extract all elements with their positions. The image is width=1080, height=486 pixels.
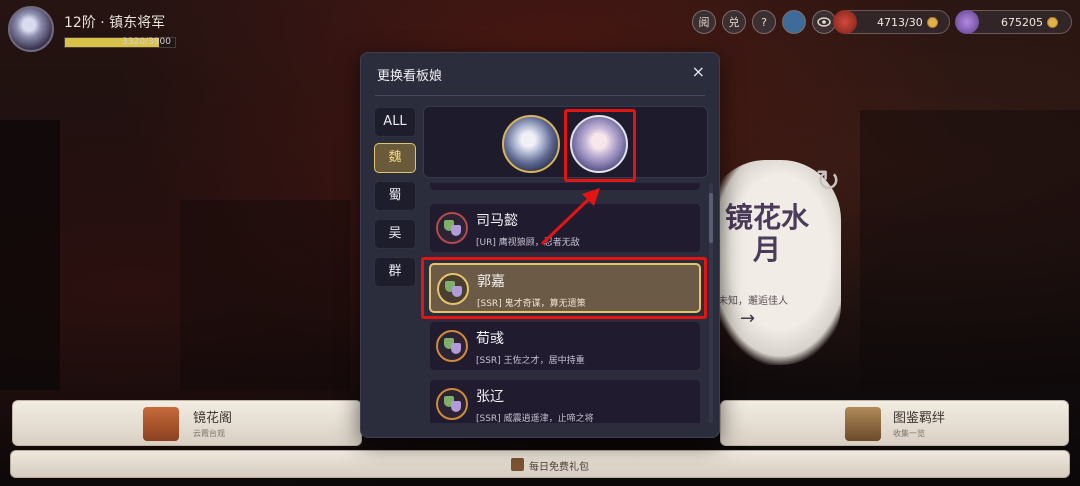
pavilion-icon [143, 407, 179, 441]
daily-gift-button[interactable]: 每日免费礼包 [10, 450, 1070, 478]
character-mask-icon [436, 330, 468, 362]
top-icon-group: 阅 兑 ? [692, 10, 836, 34]
book-icon [845, 407, 881, 441]
character-name: 荀彧 [476, 331, 504, 347]
character-desc: [SSR] 威震逍遥津，止啼之将 [476, 414, 594, 423]
exchange-button[interactable]: 兑 [722, 10, 746, 34]
read-button[interactable]: 阅 [692, 10, 716, 34]
modal-divider [375, 95, 705, 96]
gem-value: 675205 [1001, 15, 1043, 29]
list-item-zhangliao[interactable]: 张辽 [SSR] 威震逍遥津，止啼之将 [429, 379, 701, 423]
tab-wei[interactable]: 魏 [374, 143, 416, 173]
scrollbar-thumb[interactable] [709, 193, 713, 243]
codex-bond-button[interactable]: 图鉴羁绊 收集一览 [720, 400, 1069, 446]
character-mask-icon [436, 388, 468, 420]
tab-wu[interactable]: 吴 [374, 219, 416, 249]
stamina-value: 4713/30 [877, 15, 923, 29]
add-coin-icon [1047, 16, 1058, 28]
character-desc: [SSR] 王佐之才，居中持重 [476, 356, 585, 366]
feature-title: 镜花水月 [724, 201, 809, 266]
character-desc: [UR] 鹰视狼顾，忍者无敌 [476, 238, 580, 248]
codex-bond-title: 图鉴羁绊 [893, 411, 946, 426]
daily-gift-label: 每日免费礼包 [529, 462, 589, 473]
feature-arrow-icon[interactable]: → [740, 308, 755, 329]
change-mascot-modal: 更换看板娘 × ALL 魏 蜀 吴 群 司马懿 [UR] 鹰视狼顾，忍者无敌 郭… [360, 52, 720, 438]
player-avatar[interactable] [8, 6, 54, 52]
exp-text: 3320/3900 [122, 37, 171, 47]
highlight-box-portrait [564, 109, 636, 182]
app-icon[interactable] [782, 10, 806, 34]
gift-icon [511, 458, 524, 471]
tab-qun[interactable]: 群 [374, 257, 416, 287]
mirror-pavilion-title: 镜花阁 [193, 411, 233, 426]
character-name: 张辽 [476, 389, 504, 405]
stamina-counter[interactable]: 4713/30 [833, 10, 950, 34]
mirror-pavilion-subtitle: 云霞台观 [193, 429, 225, 438]
portrait-current[interactable] [502, 115, 560, 173]
character-name: 司马懿 [476, 213, 518, 229]
character-mask-icon [436, 212, 468, 244]
codex-bond-subtitle: 收集一览 [893, 429, 925, 438]
close-icon[interactable]: × [692, 62, 705, 81]
list-item-simayi[interactable]: 司马懿 [UR] 鹰视狼顾，忍者无敌 [429, 203, 701, 253]
help-button[interactable]: ? [752, 10, 776, 34]
exp-bar: 3320/3900 [64, 37, 176, 48]
tab-shu[interactable]: 蜀 [374, 181, 416, 211]
add-coin-icon [926, 16, 938, 28]
refresh-icon[interactable]: ↻ [810, 164, 846, 200]
rank-title: 12阶 · 镇东将军 [64, 15, 166, 31]
list-item[interactable] [429, 183, 701, 191]
gem-icon [955, 10, 979, 34]
list-item-xunyu[interactable]: 荀彧 [SSR] 王佐之才，居中持重 [429, 321, 701, 371]
tab-all[interactable]: ALL [374, 107, 416, 137]
stamina-icon [833, 10, 857, 34]
highlight-box-selected-item [421, 257, 707, 319]
modal-title: 更换看板娘 [377, 69, 443, 84]
gem-counter[interactable]: 675205 [955, 10, 1072, 34]
feature-subtitle: 未知，邂逅佳人 [718, 296, 788, 307]
mirror-pavilion-button[interactable]: 镜花阁 云霞台观 [12, 400, 362, 446]
